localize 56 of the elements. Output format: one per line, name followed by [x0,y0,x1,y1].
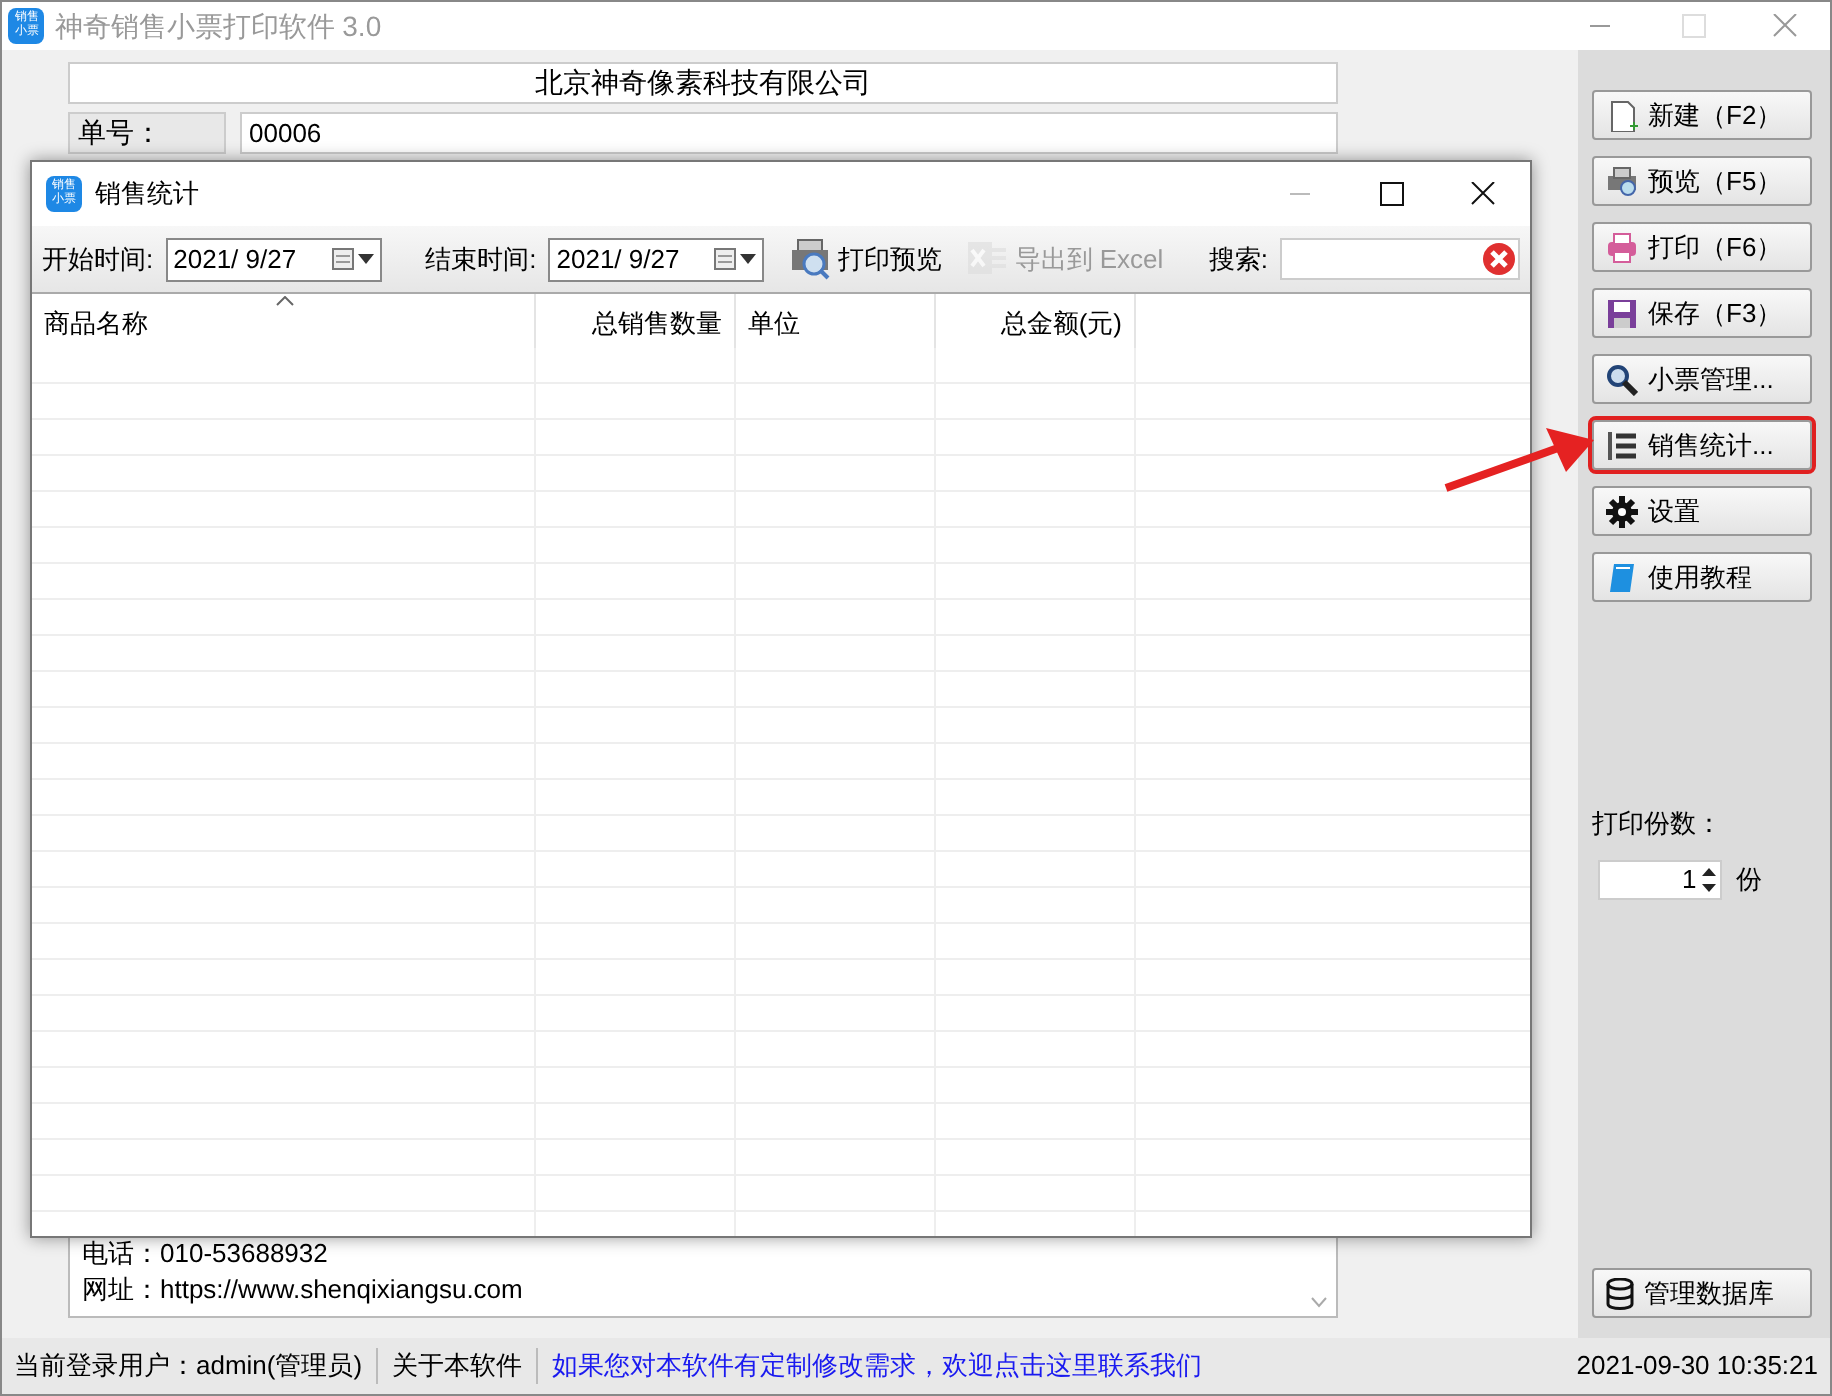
clear-icon [1482,242,1516,276]
database-button[interactable]: 管理数据库 [1592,1268,1812,1318]
sidebar-button[interactable]: 新建（F2） [1592,90,1812,140]
text-line: 电话：010-53688932 [82,1236,330,1272]
close-icon [1770,14,1798,38]
maximize-icon [1678,14,1706,38]
column-header[interactable]: 商品名称 [32,294,536,348]
caret-icon [740,254,757,264]
printer-magnifier-icon [789,238,832,280]
search-field[interactable] [1280,238,1520,280]
caret-icon [357,254,374,264]
save-icon [1606,297,1638,329]
spin-arrows-icon [1702,865,1717,893]
field-label: 单号： [68,112,226,154]
dialog-title: 销售统计 [95,176,199,213]
printer-magnifier-icon [1606,165,1638,197]
sidebar-button[interactable]: 销售统计... [1592,420,1812,470]
start-date-field[interactable]: 2021/ 9/27 [165,237,382,281]
sort-icon [275,296,293,306]
end-label: 结束时间: [425,241,537,278]
end-date-field[interactable]: 2021/ 9/27 [548,237,765,281]
calendar-icon [331,248,354,270]
list-icon [1606,429,1638,461]
sidebar-button[interactable]: 保存（F3） [1592,288,1812,338]
column-header[interactable]: 总销售数量 [536,294,736,348]
text-line: 网址：https://www.shenqixiangsu.com [82,1272,525,1308]
sidebar-button[interactable]: 打印（F6） [1592,222,1812,272]
scroll-down-icon [1310,1296,1328,1308]
about-link[interactable]: 关于本软件 [392,1346,523,1386]
database-icon [1606,1277,1634,1309]
sidebar-button[interactable]: 设置 [1592,486,1812,536]
start-label: 开始时间: [42,241,154,278]
sidebar-button[interactable]: 使用教程 [1592,552,1812,602]
calendar-icon [714,248,737,270]
book-icon [1606,561,1638,593]
clock: 2021-09-30 10:35:21 [1576,1348,1818,1385]
user-status: 当前登录用户：admin(管理员) [14,1348,363,1385]
maximize-icon [1378,182,1406,206]
printer-icon [1606,231,1638,263]
sidebar-button[interactable]: 小票管理... [1592,354,1812,404]
number-field[interactable]: 00006 [239,112,1338,154]
unit-label: 份 [1735,861,1762,898]
settings-icon [1606,495,1638,527]
column-header[interactable]: 单位 [736,294,936,348]
copies-spinner[interactable]: 1 [1598,859,1723,899]
company-field[interactable]: 北京神奇像素科技有限公司 [68,62,1338,104]
search-icon [1606,363,1638,395]
window-title: 神奇销售小票打印软件 3.0 [54,7,382,45]
toolbar-button[interactable]: 打印预览 [789,238,942,280]
new-file-icon [1606,99,1638,131]
contact-link[interactable]: 如果您对本软件有定制修改需求，欢迎点击这里联系我们 [552,1346,1203,1386]
column-header[interactable]: 总金额(元) [936,294,1136,348]
sidebar-button[interactable]: 预览（F5） [1592,156,1812,206]
copies-label: 打印份数： [1592,806,1724,842]
close-icon [1470,182,1498,206]
search-label: 搜索: [1208,241,1268,278]
